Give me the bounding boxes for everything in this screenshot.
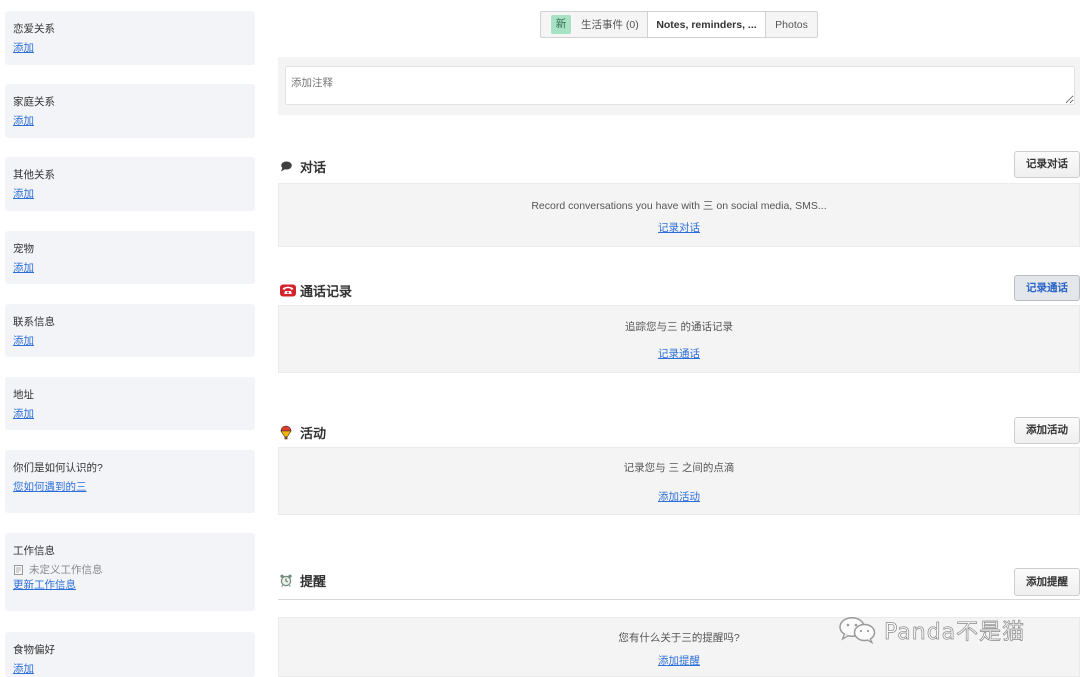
reminders-link-row: 添加提醒	[279, 654, 1079, 668]
card-title: 你们是如何认识的?	[13, 462, 103, 474]
reminders-empty-state: 您有什么关于三的提醒吗? 添加提醒	[278, 617, 1080, 677]
tab-life-events-label: 生活事件 (0)	[581, 19, 639, 31]
card-other-relationships: 其他关系 添加	[5, 157, 255, 211]
reminders-heading: 提醒	[280, 571, 326, 589]
card-romantic-relationships: 恋爱关系 添加	[5, 11, 255, 65]
card-food-preferences: 食物偏好 添加	[5, 632, 255, 677]
log-conversation-button[interactable]: 记录对话	[1014, 151, 1080, 178]
tab-bar: 新 生活事件 (0) Notes, reminders, ... Photos	[540, 11, 818, 38]
card-title: 地址	[13, 389, 34, 401]
conversations-heading: 对话	[280, 157, 326, 175]
calls-empty-state: 追踪您与三 的通话记录 记录通话	[278, 305, 1080, 373]
tab-photos-label: Photos	[775, 18, 808, 31]
log-call-link[interactable]: 记录通话	[658, 348, 700, 360]
tab-photos[interactable]: Photos	[766, 12, 817, 37]
activities-heading: 活动	[280, 423, 326, 441]
card-title: 家庭关系	[13, 96, 55, 108]
how-we-met-link[interactable]: 您如何遇到的三	[13, 480, 87, 494]
add-activity-link[interactable]: 添加活动	[658, 491, 700, 503]
tab-life-events[interactable]: 新 生活事件 (0)	[541, 12, 647, 37]
calls-title: 通话记录	[300, 283, 353, 299]
add-note-textarea[interactable]	[285, 66, 1075, 105]
reminders-title: 提醒	[300, 573, 327, 589]
speech-bubble-icon	[280, 161, 300, 172]
add-pet-link[interactable]: 添加	[13, 261, 34, 275]
update-work-info-link[interactable]: 更新工作信息	[13, 578, 76, 592]
add-food-preference-link[interactable]: 添加	[13, 662, 34, 676]
calls-message: 追踪您与三 的通话记录	[625, 321, 733, 333]
conversations-link-row: 记录对话	[279, 221, 1079, 235]
activities-link-row: 添加活动	[279, 490, 1079, 504]
tab-notes-reminders-label: Notes, reminders, ...	[656, 18, 757, 31]
reminders-message: 您有什么关于三的提醒吗?	[618, 632, 740, 644]
card-title: 联系信息	[13, 316, 55, 328]
add-romantic-relationship-link[interactable]: 添加	[13, 41, 34, 55]
log-call-button[interactable]: 记录通话	[1014, 275, 1080, 301]
card-work-info: 工作信息 未定义工作信息 更新工作信息	[5, 533, 255, 611]
add-other-relationship-link[interactable]: 添加	[13, 187, 34, 201]
conversations-message: Record conversations you have with 三 on …	[531, 200, 827, 212]
work-info-note: 未定义工作信息	[29, 564, 103, 576]
card-family-relationships: 家庭关系 添加	[5, 84, 255, 138]
alarm-clock-icon	[280, 574, 300, 587]
card-title: 食物偏好	[13, 644, 55, 656]
work-info-status: 未定义工作信息	[13, 563, 255, 577]
activity-icon	[280, 425, 300, 440]
card-title: 恋爱关系	[13, 23, 55, 35]
card-title: 工作信息	[13, 545, 55, 557]
notes-panel	[278, 57, 1080, 115]
calls-heading: 通话记录	[280, 281, 352, 299]
add-activity-button[interactable]: 添加活动	[1014, 417, 1080, 444]
card-contact-info: 联系信息 添加	[5, 304, 255, 357]
add-reminder-link[interactable]: 添加提醒	[658, 655, 700, 667]
card-title: 其他关系	[13, 169, 55, 181]
card-pets: 宠物 添加	[5, 231, 255, 284]
card-addresses: 地址 添加	[5, 377, 255, 430]
conversations-title: 对话	[300, 159, 327, 175]
activities-message: 记录您与 三 之间的点滴	[623, 462, 735, 474]
tab-notes-reminders[interactable]: Notes, reminders, ...	[647, 12, 766, 37]
calls-link-row: 记录通话	[279, 347, 1079, 361]
new-badge: 新	[551, 15, 571, 34]
add-address-link[interactable]: 添加	[13, 407, 34, 421]
card-title: 宠物	[13, 243, 34, 255]
activities-title: 活动	[300, 425, 327, 441]
add-family-relationship-link[interactable]: 添加	[13, 114, 34, 128]
log-conversation-link[interactable]: 记录对话	[658, 222, 700, 234]
telephone-icon	[280, 284, 300, 297]
card-how-we-met: 你们是如何认识的? 您如何遇到的三	[5, 450, 255, 513]
add-contact-info-link[interactable]: 添加	[13, 334, 34, 348]
reminders-divider	[278, 599, 1080, 600]
activities-empty-state: 记录您与 三 之间的点滴 添加活动	[278, 447, 1080, 515]
document-icon	[14, 565, 23, 575]
add-reminder-button[interactable]: 添加提醒	[1014, 568, 1080, 596]
conversations-empty-state: Record conversations you have with 三 on …	[278, 183, 1080, 247]
